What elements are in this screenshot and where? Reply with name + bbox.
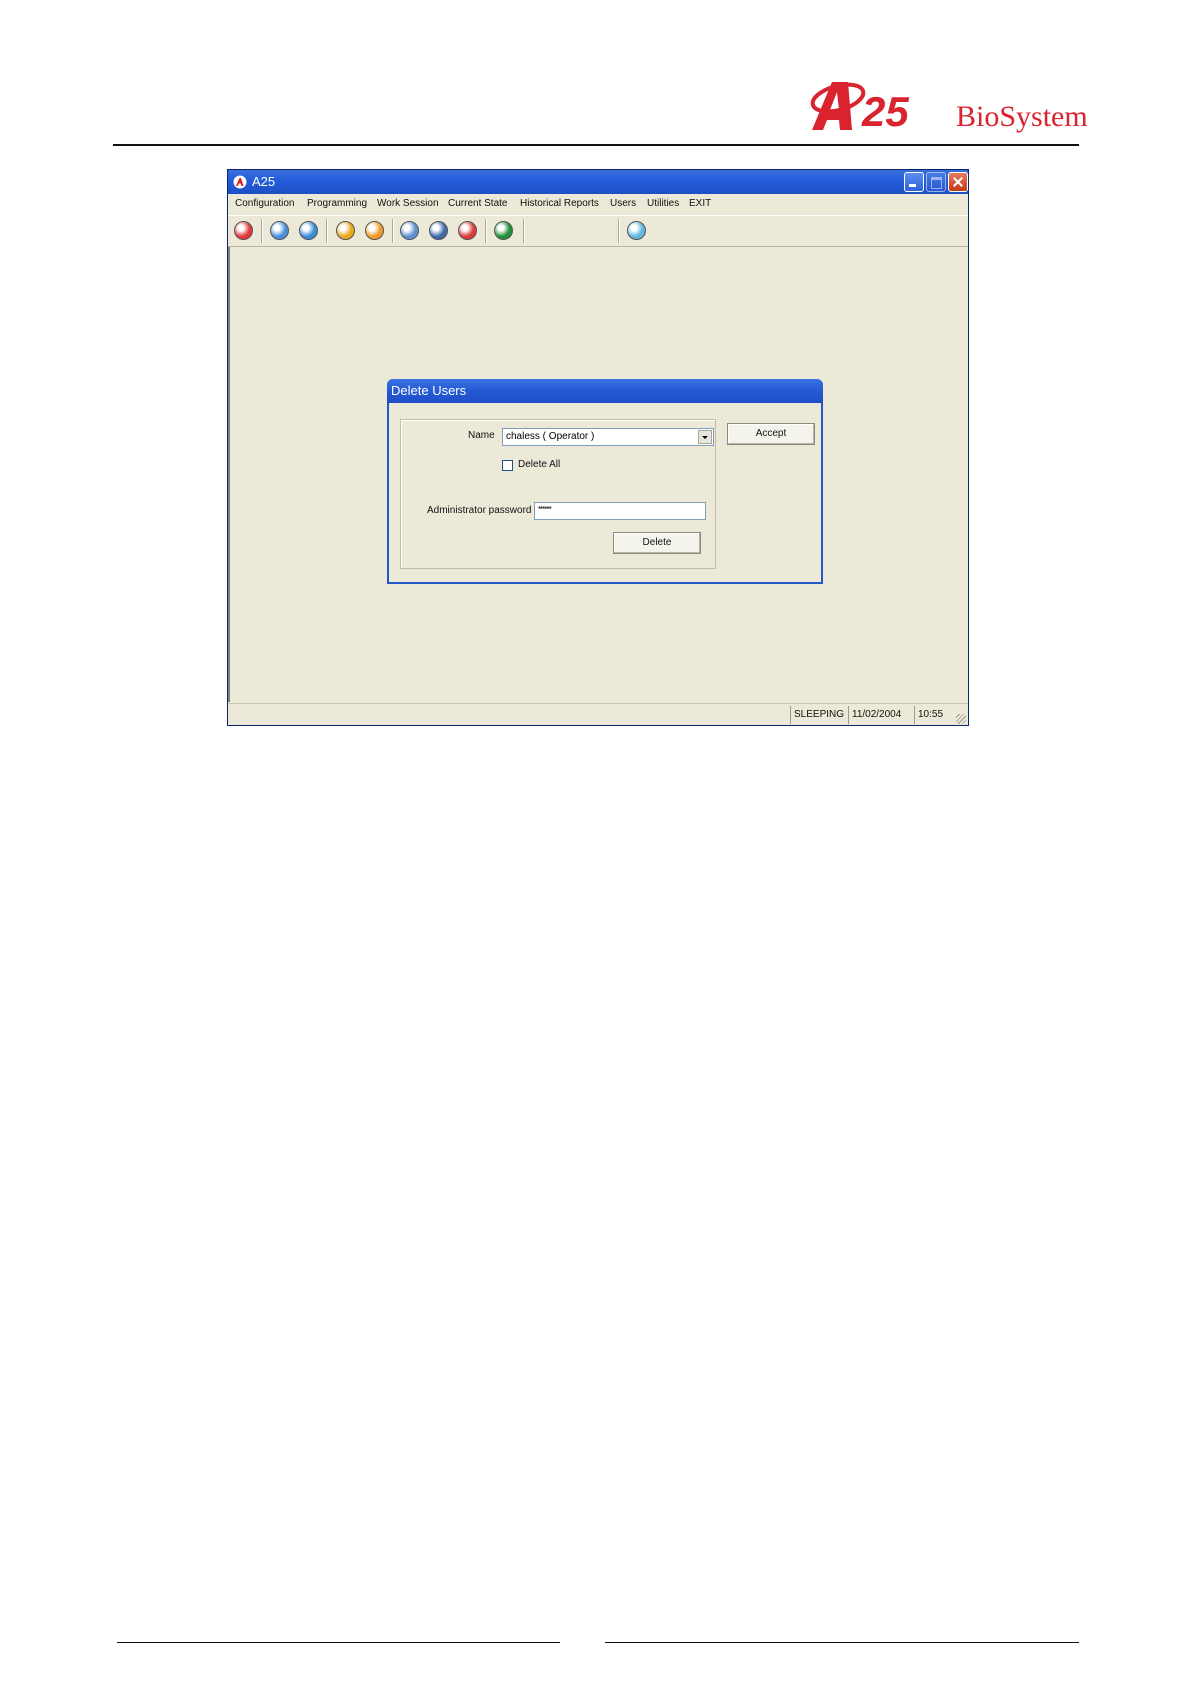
client-area: Delete Users Name chaless ( Operator ) D… (228, 247, 968, 702)
toolbar-separator (523, 219, 524, 243)
menu-bar: Configuration Programming Work Session C… (228, 194, 968, 214)
window-title: A25 (252, 174, 276, 189)
name-label: Name (468, 430, 495, 441)
toolbar-separator (326, 219, 327, 243)
password-label: Administrator password (427, 505, 532, 516)
app-icon (233, 175, 247, 189)
chevron-down-icon[interactable] (698, 430, 712, 444)
delete-all-label[interactable]: Delete All (518, 459, 560, 470)
a25-biosystems-logo: 25 BioSystems (810, 82, 1088, 135)
title-bar[interactable]: A25 (228, 170, 968, 194)
print-icon[interactable] (458, 221, 477, 240)
password-input[interactable]: ****** (534, 502, 706, 520)
app-window: A25 Configuration Programming Work Sessi… (228, 170, 968, 725)
globe-icon[interactable] (299, 221, 318, 240)
status-state: SLEEPING (790, 706, 846, 724)
resize-grip[interactable] (956, 714, 966, 724)
status-date: 11/02/2004 (848, 706, 912, 724)
menu-work-session[interactable]: Work Session (377, 194, 439, 214)
dialog-title-bar[interactable]: Delete Users (387, 379, 823, 403)
status-bar: SLEEPING 11/02/2004 10:55 (228, 703, 968, 725)
sun-icon[interactable] (627, 221, 646, 240)
snowflake-icon[interactable] (270, 221, 289, 240)
reagent-icon[interactable] (336, 221, 355, 240)
close-button[interactable] (948, 172, 968, 192)
menu-users[interactable]: Users (610, 194, 636, 214)
footer-rule-left (117, 1642, 560, 1643)
status-time: 10:55 (914, 706, 952, 724)
svg-text:BioSystems: BioSystems (956, 100, 1088, 133)
menu-current-state[interactable]: Current State (448, 194, 507, 214)
results-icon[interactable] (429, 221, 448, 240)
a25-icon[interactable] (234, 221, 253, 240)
toolbar-separator (261, 219, 262, 243)
toolbar (228, 215, 968, 247)
menu-exit[interactable]: EXIT (689, 194, 711, 214)
rotor-icon[interactable] (365, 221, 384, 240)
name-combobox[interactable]: chaless ( Operator ) (502, 428, 714, 446)
toolbar-separator (485, 219, 486, 243)
svg-text:25: 25 (861, 88, 909, 135)
toolbar-separator (392, 219, 393, 243)
minimize-button[interactable] (904, 172, 924, 192)
accept-button[interactable]: Accept (727, 423, 815, 445)
user-groupbox: Name chaless ( Operator ) Delete All Adm… (400, 419, 716, 569)
tools-icon[interactable] (494, 221, 513, 240)
name-combobox-value: chaless ( Operator ) (506, 431, 595, 442)
delete-users-dialog: Delete Users Name chaless ( Operator ) D… (387, 379, 823, 584)
footer-rule-right (605, 1642, 1079, 1643)
dialog-title: Delete Users (391, 383, 467, 398)
toolbar-separator (618, 219, 619, 243)
header-rule (113, 144, 1079, 146)
menu-programming[interactable]: Programming (307, 194, 367, 214)
delete-all-checkbox[interactable] (502, 460, 513, 471)
menu-configuration[interactable]: Configuration (235, 194, 294, 214)
disk-icon[interactable] (400, 221, 419, 240)
password-value: ****** (538, 505, 552, 514)
maximize-button[interactable] (926, 172, 946, 192)
delete-button[interactable]: Delete (613, 532, 701, 554)
menu-historical-reports[interactable]: Historical Reports (520, 194, 599, 214)
menu-utilities[interactable]: Utilities (647, 194, 679, 214)
